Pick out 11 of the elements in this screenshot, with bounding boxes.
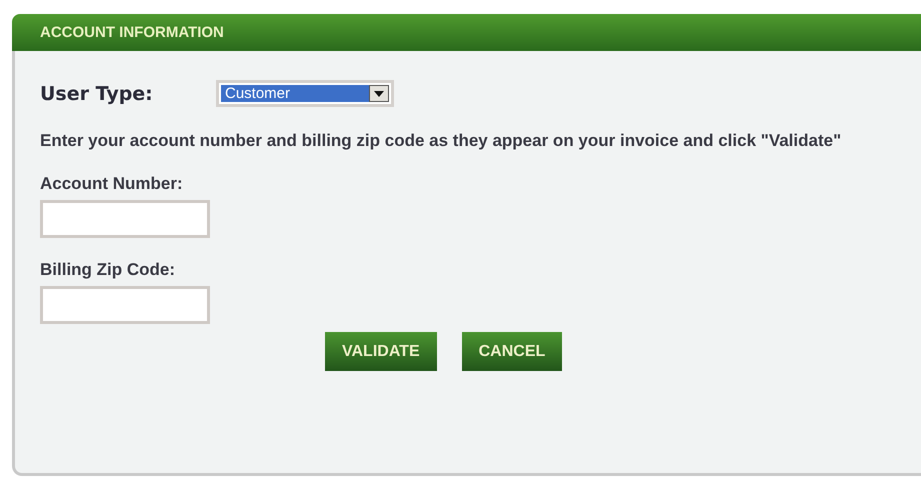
caret-icon [374,90,384,96]
instructions-text: Enter your account number and billing zip code as they appear on your invoice and click "Validate" [40,130,842,152]
field-label: Billing Zip Code: [40,260,176,280]
input-field[interactable] [40,286,210,324]
input-field[interactable] [40,200,210,238]
user-type-label: User Type: [40,82,154,104]
panel-title: ACCOUNT INFORMATION [40,24,224,41]
cancel-button[interactable]: CANCEL [462,332,562,371]
user-type-dropdown[interactable]: Customer [216,80,394,107]
validate-button[interactable]: VALIDATE [325,332,437,371]
field-label: Account Number: [40,174,184,194]
